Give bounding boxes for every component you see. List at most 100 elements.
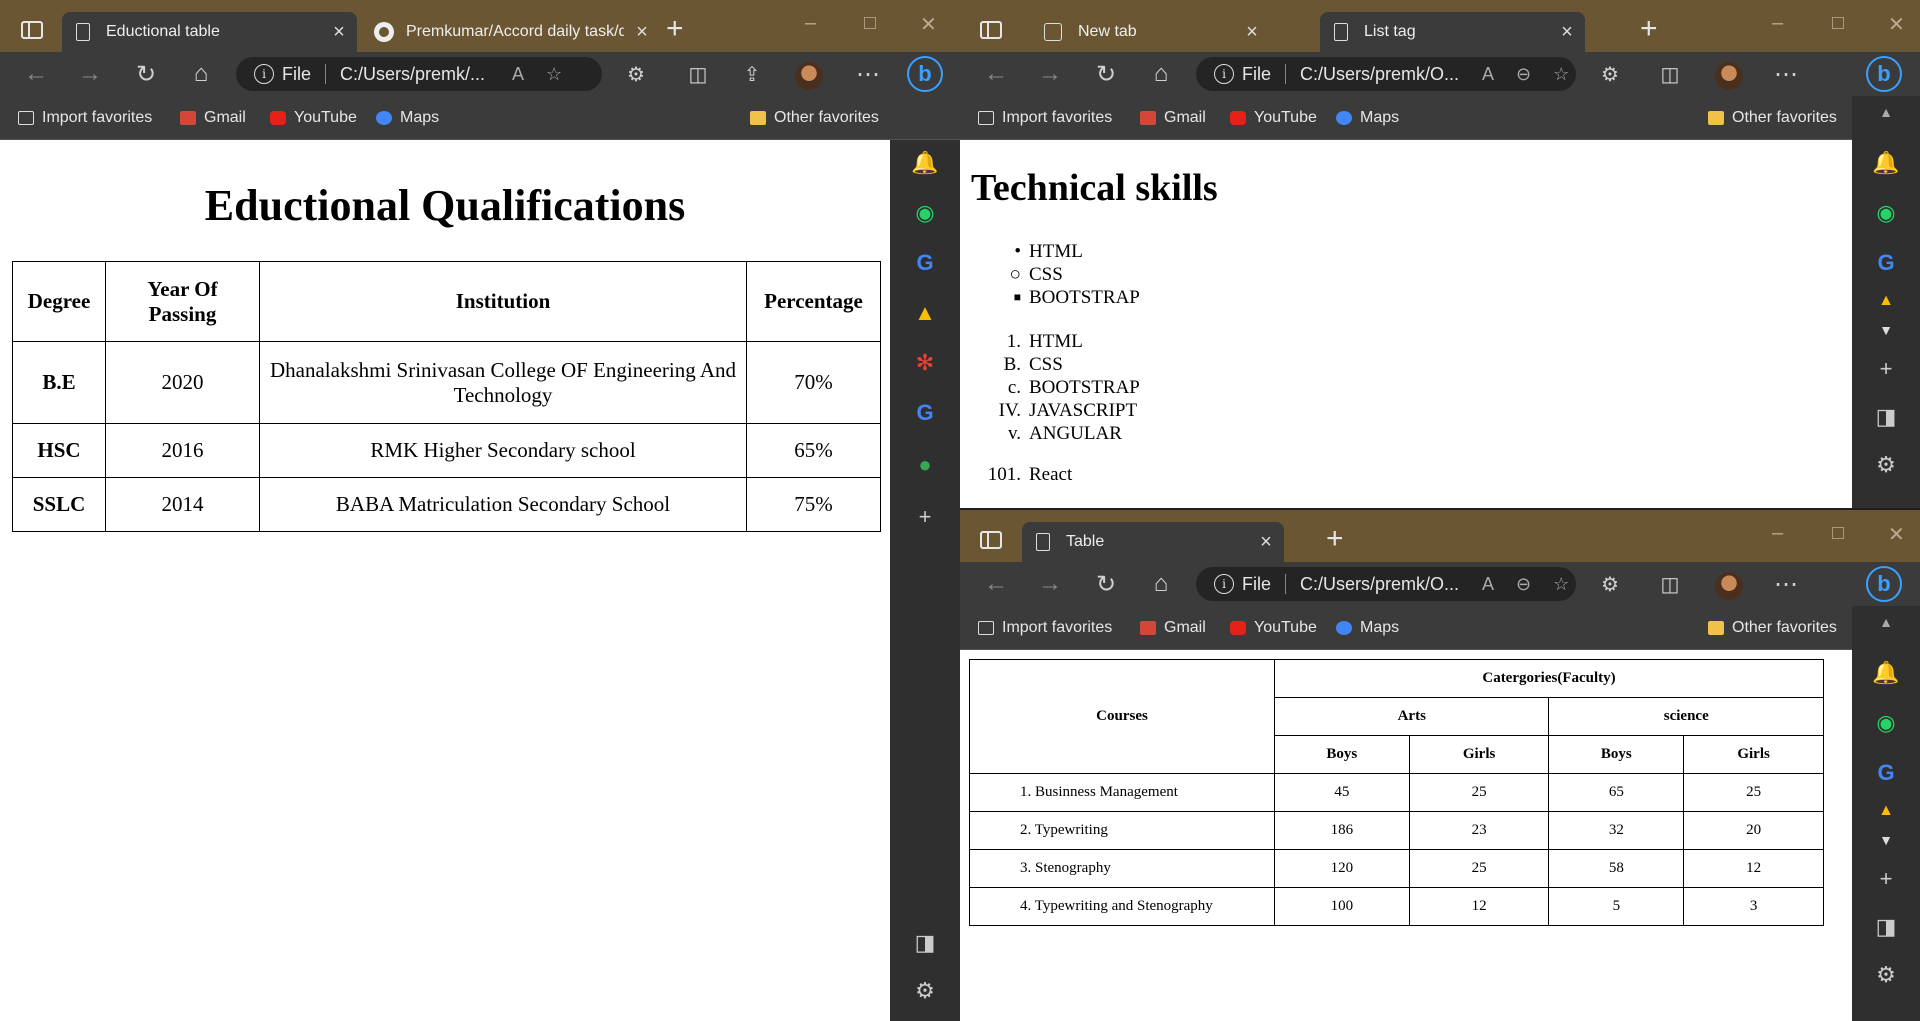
read-aloud-icon[interactable]: A	[1482, 574, 1494, 595]
maximize-button[interactable]: □	[864, 12, 876, 35]
import-favorites-link[interactable]: Import favorites	[978, 96, 1112, 139]
scroll-down-icon[interactable]: ▼	[1852, 832, 1920, 848]
sidebar-toggle-icon[interactable]: ◨	[890, 930, 960, 956]
add-icon[interactable]: +	[1852, 866, 1920, 892]
tab-new-tab[interactable]: New tab ×	[1030, 12, 1270, 52]
sidebar-toggle-icon[interactable]: ◨	[1852, 404, 1920, 430]
tab-github[interactable]: Premkumar/Accord daily task/da ×	[360, 12, 660, 52]
info-icon[interactable]: i	[1214, 64, 1234, 84]
forward-icon[interactable]: →	[1032, 562, 1068, 606]
profile-avatar[interactable]	[795, 62, 823, 90]
address-bar[interactable]: i File C:/Users/premk/... A ☆	[236, 57, 602, 91]
add-icon[interactable]: +	[1852, 356, 1920, 382]
read-aloud-icon[interactable]: A	[1482, 64, 1494, 85]
back-icon[interactable]: ←	[18, 52, 54, 96]
youtube-link[interactable]: YouTube	[1230, 96, 1317, 139]
tab-list-tag[interactable]: List tag ×	[1320, 12, 1585, 52]
refresh-icon[interactable]: ↻	[128, 52, 164, 96]
close-tab-icon[interactable]: ×	[321, 21, 357, 44]
maximize-button[interactable]: □	[1832, 12, 1844, 35]
notifications-icon[interactable]: 🔔	[1852, 150, 1920, 176]
other-favorites-link[interactable]: Other favorites	[1708, 606, 1837, 649]
read-aloud-icon[interactable]: A	[512, 64, 524, 85]
google-icon[interactable]: G	[890, 250, 960, 276]
info-icon[interactable]: i	[254, 64, 274, 84]
back-icon[interactable]: ←	[978, 52, 1014, 96]
close-tab-icon[interactable]: ×	[1234, 21, 1270, 44]
split-screen-icon[interactable]: ◫	[680, 52, 716, 96]
forward-icon[interactable]: →	[72, 52, 108, 96]
home-icon[interactable]: ⌂	[183, 52, 219, 96]
tab-eductional-table[interactable]: Eductional table ×	[62, 12, 357, 52]
more-options-icon[interactable]: ⋯	[1768, 52, 1804, 96]
favorite-star-icon[interactable]: ☆	[1553, 574, 1569, 595]
favorite-star-icon[interactable]: ☆	[546, 64, 562, 85]
refresh-icon[interactable]: ↻	[1088, 52, 1124, 96]
gmail-link[interactable]: Gmail	[180, 96, 246, 139]
maps-link[interactable]: Maps	[376, 96, 439, 139]
import-favorites-link[interactable]: Import favorites	[18, 96, 152, 139]
extensions-icon[interactable]: ⚙	[618, 52, 654, 96]
split-screen-icon[interactable]: ◫	[1652, 52, 1688, 96]
back-icon[interactable]: ←	[978, 562, 1014, 606]
gmail-link[interactable]: Gmail	[1140, 606, 1206, 649]
extensions-icon[interactable]: ⚙	[1592, 52, 1628, 96]
minimize-button[interactable]: –	[1772, 522, 1783, 545]
more-options-icon[interactable]: ⋯	[850, 52, 886, 96]
info-icon[interactable]: i	[1214, 574, 1234, 594]
new-tab-button[interactable]: +	[1326, 524, 1344, 554]
split-screen-icon[interactable]: ◫	[1652, 562, 1688, 606]
google-drive-icon[interactable]: ▲	[1852, 292, 1920, 310]
extensions-icon[interactable]: ⚙	[1592, 562, 1628, 606]
share-icon[interactable]: ⇪	[734, 52, 770, 96]
google-drive-icon[interactable]: ▲	[890, 300, 960, 326]
zoom-out-icon[interactable]: ⊖	[1516, 64, 1531, 85]
address-bar[interactable]: i File C:/Users/premk/O... A ⊖ ☆	[1196, 57, 1576, 91]
profile-avatar[interactable]	[1715, 572, 1743, 600]
settings-icon[interactable]: ⚙	[1852, 962, 1920, 988]
tab-actions-icon[interactable]	[980, 531, 1002, 549]
settings-icon[interactable]: ⚙	[1852, 452, 1920, 478]
more-options-icon[interactable]: ⋯	[1768, 562, 1804, 606]
google-maps-icon[interactable]: ●	[890, 452, 960, 478]
close-tab-icon[interactable]: ×	[1549, 21, 1585, 44]
new-tab-button[interactable]: +	[666, 14, 684, 44]
maps-link[interactable]: Maps	[1336, 96, 1399, 139]
google-drive-icon[interactable]: ▲	[1852, 802, 1920, 820]
scroll-down-icon[interactable]: ▼	[1852, 322, 1920, 338]
home-icon[interactable]: ⌂	[1143, 562, 1179, 606]
profile-avatar[interactable]	[1715, 62, 1743, 90]
close-tab-icon[interactable]: ×	[1248, 531, 1284, 554]
home-icon[interactable]: ⌂	[1143, 52, 1179, 96]
zoom-out-icon[interactable]: ⊖	[1516, 574, 1531, 595]
other-favorites-link[interactable]: Other favorites	[750, 96, 879, 139]
close-window-button[interactable]: ✕	[920, 12, 937, 37]
whatsapp-icon[interactable]: ◉	[1852, 710, 1920, 736]
close-window-button[interactable]: ✕	[1888, 12, 1905, 37]
address-bar[interactable]: i File C:/Users/premk/O... A ⊖ ☆	[1196, 567, 1576, 601]
add-icon[interactable]: +	[890, 504, 960, 530]
settings-icon[interactable]: ⚙	[890, 978, 960, 1004]
favorite-star-icon[interactable]: ☆	[1553, 64, 1569, 85]
whatsapp-icon[interactable]: ◉	[890, 200, 960, 226]
refresh-icon[interactable]: ↻	[1088, 562, 1124, 606]
close-tab-icon[interactable]: ×	[624, 21, 660, 44]
tab-table[interactable]: Table ×	[1022, 522, 1284, 562]
scroll-up-icon[interactable]: ▲	[1852, 104, 1920, 120]
youtube-link[interactable]: YouTube	[270, 96, 357, 139]
maximize-button[interactable]: □	[1832, 522, 1844, 545]
notifications-icon[interactable]: 🔔	[890, 150, 960, 176]
tab-actions-icon[interactable]	[980, 21, 1002, 39]
google-icon[interactable]: G	[1852, 760, 1920, 786]
maps-link[interactable]: Maps	[1336, 606, 1399, 649]
google-icon[interactable]: G	[1852, 250, 1920, 276]
minimize-button[interactable]: –	[1772, 12, 1783, 35]
whatsapp-icon[interactable]: ◉	[1852, 200, 1920, 226]
bing-copilot-icon[interactable]: b	[1866, 566, 1902, 602]
other-favorites-link[interactable]: Other favorites	[1708, 96, 1837, 139]
tab-actions-icon[interactable]	[21, 21, 43, 39]
scroll-up-icon[interactable]: ▲	[1852, 614, 1920, 630]
notifications-icon[interactable]: 🔔	[1852, 660, 1920, 686]
forward-icon[interactable]: →	[1032, 52, 1068, 96]
import-favorites-link[interactable]: Import favorites	[978, 606, 1112, 649]
